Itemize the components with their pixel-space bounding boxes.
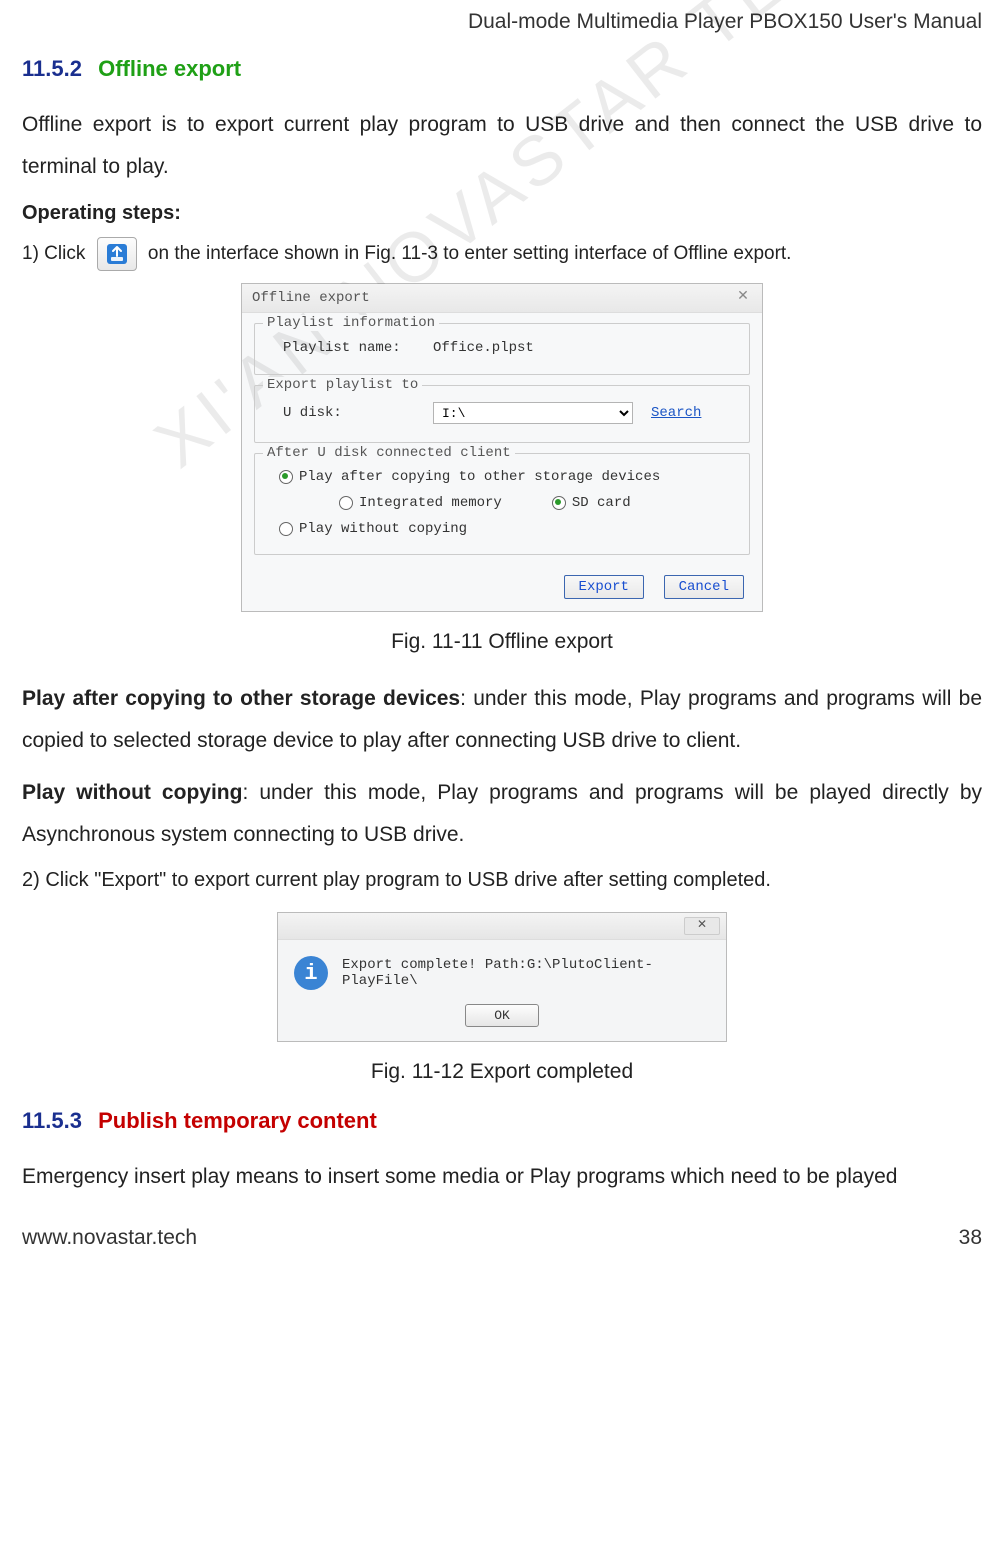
mode-copy-title: Play after copying to other storage devi… (22, 687, 460, 710)
export-button[interactable]: Export (564, 575, 644, 599)
radio-icon (279, 522, 293, 536)
group-legend: Export playlist to (263, 377, 422, 393)
radio-icon (279, 470, 293, 484)
group-after-connected: After U disk connected client Play after… (254, 453, 750, 555)
search-link[interactable]: Search (651, 405, 701, 421)
radio-label: Play without copying (299, 521, 467, 537)
radio-play-without-copying[interactable]: Play without copying (279, 521, 735, 537)
radio-play-after-copy[interactable]: Play after copying to other storage devi… (279, 469, 735, 485)
mode-nocopy-desc: Play without copying: under this mode, P… (22, 772, 982, 856)
ok-button[interactable]: OK (465, 1004, 539, 1027)
section-title: Offline export (98, 56, 241, 81)
radio-label: Integrated memory (359, 495, 502, 511)
playlist-name-label: Playlist name: (269, 340, 423, 356)
group-legend: After U disk connected client (263, 445, 515, 461)
footer-url: www.novastar.tech (22, 1226, 197, 1250)
offline-export-icon (97, 237, 137, 271)
radio-integrated-memory[interactable]: Integrated memory (339, 495, 502, 511)
dialog-button-row: Export Cancel (242, 565, 762, 611)
radio-icon (339, 496, 353, 510)
section-title: Publish temporary content (98, 1108, 377, 1133)
document-header: Dual-mode Multimedia Player PBOX150 User… (22, 10, 982, 34)
group-export-to: Export playlist to U disk: I:\ Search (254, 385, 750, 443)
step-1-post: on the interface shown in Fig. 11-3 to e… (148, 243, 792, 264)
close-icon[interactable]: ✕ (684, 917, 720, 935)
offline-export-dialog: Offline export ✕ Playlist information Pl… (241, 283, 763, 612)
figure-caption-1: Fig. 11-11 Offline export (22, 630, 982, 654)
operating-steps-label: Operating steps: (22, 202, 982, 225)
radio-icon (552, 496, 566, 510)
section-intro: Offline export is to export current play… (22, 104, 982, 188)
cancel-button[interactable]: Cancel (664, 575, 744, 599)
udisk-select[interactable]: I:\ (433, 402, 633, 424)
section2-intro: Emergency insert play means to insert so… (22, 1156, 982, 1198)
close-icon[interactable]: ✕ (734, 288, 752, 306)
section-heading-publish-temp: 11.5.3 Publish temporary content (22, 1108, 982, 1134)
export-complete-dialog: ✕ i Export complete! Path:G:\PlutoClient… (277, 912, 727, 1042)
section-heading-offline-export: 11.5.2 Offline export (22, 56, 982, 82)
section-number: 11.5.3 (22, 1108, 82, 1133)
radio-sd-card[interactable]: SD card (552, 495, 631, 511)
step-2: 2) Click "Export" to export current play… (22, 866, 982, 894)
group-legend: Playlist information (263, 315, 439, 331)
figure-caption-2: Fig. 11-12 Export completed (22, 1060, 982, 1084)
export-complete-message: Export complete! Path:G:\PlutoClient-Pla… (342, 957, 710, 989)
info-icon: i (294, 956, 328, 990)
dialog-title: Offline export (252, 290, 370, 306)
group-playlist-info: Playlist information Playlist name: Offi… (254, 323, 750, 375)
section-number: 11.5.2 (22, 56, 82, 81)
step-1: 1) Click on the interface shown in Fig. … (22, 237, 982, 271)
radio-label: SD card (572, 495, 631, 511)
radio-label: Play after copying to other storage devi… (299, 469, 660, 485)
page-footer: www.novastar.tech 38 (22, 1226, 982, 1250)
mode-nocopy-title: Play without copying (22, 781, 242, 804)
mode-copy-desc: Play after copying to other storage devi… (22, 678, 982, 762)
dialog-titlebar: ✕ (278, 913, 726, 940)
footer-page-number: 38 (959, 1226, 982, 1250)
playlist-name-value: Office.plpst (433, 340, 534, 356)
udisk-label: U disk: (269, 405, 423, 421)
dialog-titlebar: Offline export ✕ (242, 284, 762, 313)
step-1-pre: 1) Click (22, 243, 85, 264)
